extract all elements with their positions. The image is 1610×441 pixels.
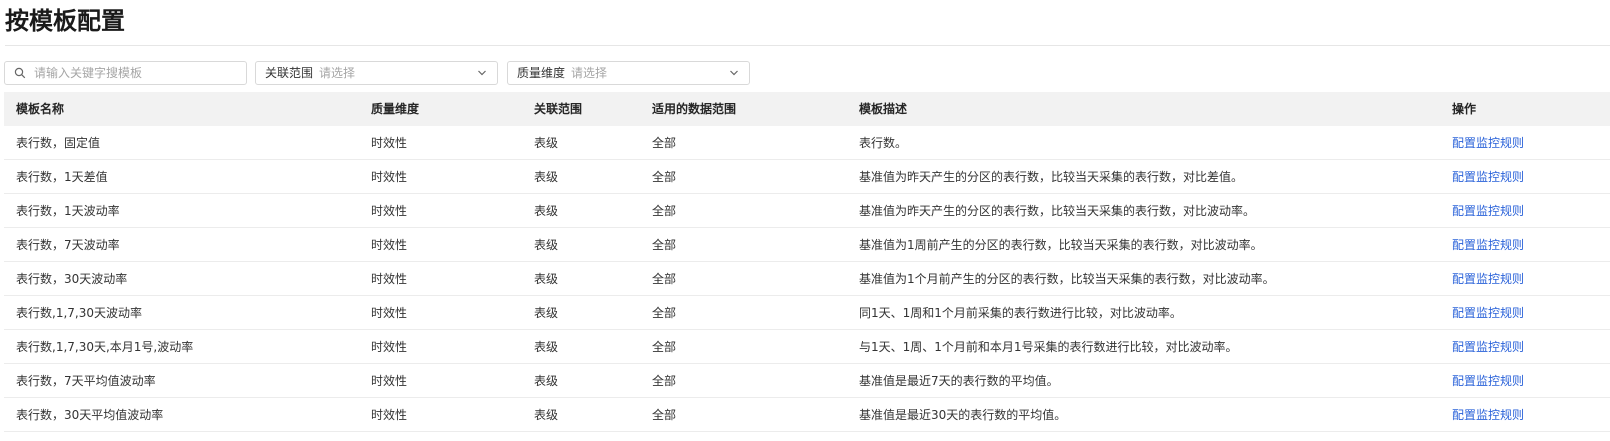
table-header: 模板名称 质量维度 关联范围 适用的数据范围 模板描述 操作 <box>4 92 1610 126</box>
configure-rule-link[interactable]: 配置监控规则 <box>1452 364 1524 398</box>
cell-data-range: 全部 <box>652 374 677 388</box>
header-template-name: 模板名称 <box>16 102 65 116</box>
cell-scope: 表级 <box>534 238 559 252</box>
scope-label: 关联范围 <box>265 66 314 80</box>
cell-description: 同1天、1周和1个月前采集的表行数进行比较，对比波动率。 <box>859 306 1182 320</box>
cell-data-range: 全部 <box>652 170 677 184</box>
cell-template-name: 表行数,1,7,30天波动率 <box>16 306 142 320</box>
header-dimension: 质量维度 <box>371 102 420 116</box>
cell-template-name: 表行数,1,7,30天,本月1号,波动率 <box>16 340 194 354</box>
cell-dimension: 时效性 <box>371 272 408 286</box>
template-table: 模板名称 质量维度 关联范围 适用的数据范围 模板描述 操作 表行数，固定值时效… <box>4 92 1610 432</box>
cell-scope: 表级 <box>534 340 559 354</box>
configure-rule-link[interactable]: 配置监控规则 <box>1452 296 1524 330</box>
cell-template-name: 表行数，30天波动率 <box>16 272 128 286</box>
cell-description: 基准值为1周前产生的分区的表行数，比较当天采集的表行数，对比波动率。 <box>859 238 1263 252</box>
table-body: 表行数，固定值 时效性 表级 全部 表行数。 配置监控规则 表行数，1天差值 时效性 表级 全部基… <box>4 126 1610 432</box>
cell-description: 基准值是最近7天的表行数的平均值。 <box>859 374 1059 388</box>
table-row: 表行数，7天平均值波动率 时效性 表级 全部 基准值是最近7天的表行数的平均值。 配置监控… <box>4 364 1610 398</box>
cell-template-name: 表行数，7天波动率 <box>16 238 120 252</box>
search-placeholder: 请输入关键字搜模板 <box>34 66 143 80</box>
page: 按模板配置 请输入关键字搜模板 关联范围 请选择 质量维度 请选择 模板名称 质… <box>0 0 1610 441</box>
dimension-placeholder: 请选择 <box>571 66 608 80</box>
table-row: 表行数，7天波动率 时效性 表级 全部 基准值为1周前产生的分区的表行数，比较当天采集的… <box>4 228 1610 262</box>
table-row: 表行数，30天波动率 时效性 表级 全部 基准值为1个月前产生的分区的表行数，比较当天采… <box>4 262 1610 296</box>
cell-template-name: 表行数，1天波动率 <box>16 204 120 218</box>
cell-description: 表行数。 <box>859 136 908 150</box>
cell-description: 与1天、1周、1个月前和本月1号采集的表行数进行比较，对比波动率。 <box>859 340 1238 354</box>
cell-scope: 表级 <box>534 272 559 286</box>
cell-description: 基准值为昨天产生的分区的表行数，比较当天采集的表行数，对比波动率。 <box>859 204 1256 218</box>
cell-scope: 表级 <box>534 136 559 150</box>
cell-template-name: 表行数，固定值 <box>16 136 101 150</box>
cell-data-range: 全部 <box>652 272 677 286</box>
table-row: 表行数，1天波动率 时效性 表级 全部 基准值为昨天产生的分区的表行数，比较当天采集的表… <box>4 194 1610 228</box>
chevron-down-icon <box>478 70 486 76</box>
configure-rule-link[interactable]: 配置监控规则 <box>1452 262 1524 296</box>
cell-template-name: 表行数，30天平均值波动率 <box>16 408 164 422</box>
configure-rule-link[interactable]: 配置监控规则 <box>1452 126 1524 160</box>
search-input[interactable]: 请输入关键字搜模板 <box>4 61 247 85</box>
table-row: 表行数，1天差值 时效性 表级 全部 基准值为昨天产生的分区的表行数，比较当天采集的表行… <box>4 160 1610 194</box>
cell-description: 基准值为1个月前产生的分区的表行数，比较当天采集的表行数，对比波动率。 <box>859 272 1275 286</box>
table-row: 表行数,1,7,30天,本月1号,波动率 时效性 表级 全部 与1天、1周、1个月前和本… <box>4 330 1610 364</box>
dimension-select[interactable]: 质量维度 请选择 <box>507 61 750 85</box>
cell-scope: 表级 <box>534 170 559 184</box>
cell-scope: 表级 <box>534 374 559 388</box>
cell-template-name: 表行数，1天差值 <box>16 170 108 184</box>
header-action: 操作 <box>1452 102 1477 116</box>
cell-data-range: 全部 <box>652 306 677 320</box>
table-row: 表行数，固定值 时效性 表级 全部 表行数。 配置监控规则 <box>4 126 1610 160</box>
cell-data-range: 全部 <box>652 136 677 150</box>
cell-dimension: 时效性 <box>371 340 408 354</box>
header-description: 模板描述 <box>859 102 908 116</box>
table-row: 表行数，30天平均值波动率 时效性 表级 全部 基准值是最近30天的表行数的平均值。 配置… <box>4 398 1610 432</box>
cell-dimension: 时效性 <box>371 306 408 320</box>
scope-placeholder: 请选择 <box>319 66 356 80</box>
cell-dimension: 时效性 <box>371 170 408 184</box>
scope-select[interactable]: 关联范围 请选择 <box>255 61 498 85</box>
search-icon <box>14 67 26 79</box>
cell-description: 基准值为昨天产生的分区的表行数，比较当天采集的表行数，对比差值。 <box>859 170 1244 184</box>
cell-dimension: 时效性 <box>371 204 408 218</box>
header-data-range: 适用的数据范围 <box>652 102 737 116</box>
dimension-label: 质量维度 <box>517 66 566 80</box>
cell-template-name: 表行数，7天平均值波动率 <box>16 374 156 388</box>
page-title: 按模板配置 <box>5 7 125 35</box>
cell-data-range: 全部 <box>652 408 677 422</box>
header-scope: 关联范围 <box>534 102 583 116</box>
cell-scope: 表级 <box>534 408 559 422</box>
cell-data-range: 全部 <box>652 340 677 354</box>
configure-rule-link[interactable]: 配置监控规则 <box>1452 228 1524 262</box>
cell-dimension: 时效性 <box>371 374 408 388</box>
cell-scope: 表级 <box>534 306 559 320</box>
cell-data-range: 全部 <box>652 238 677 252</box>
cell-dimension: 时效性 <box>371 408 408 422</box>
cell-description: 基准值是最近30天的表行数的平均值。 <box>859 408 1067 422</box>
cell-dimension: 时效性 <box>371 238 408 252</box>
cell-dimension: 时效性 <box>371 136 408 150</box>
table-row: 表行数,1,7,30天波动率 时效性 表级 全部 同1天、1周和1个月前采集的表行数进行… <box>4 296 1610 330</box>
configure-rule-link[interactable]: 配置监控规则 <box>1452 398 1524 432</box>
configure-rule-link[interactable]: 配置监控规则 <box>1452 160 1524 194</box>
title-divider <box>5 45 1610 46</box>
cell-data-range: 全部 <box>652 204 677 218</box>
cell-scope: 表级 <box>534 204 559 218</box>
configure-rule-link[interactable]: 配置监控规则 <box>1452 194 1524 228</box>
configure-rule-link[interactable]: 配置监控规则 <box>1452 330 1524 364</box>
chevron-down-icon <box>730 70 738 76</box>
